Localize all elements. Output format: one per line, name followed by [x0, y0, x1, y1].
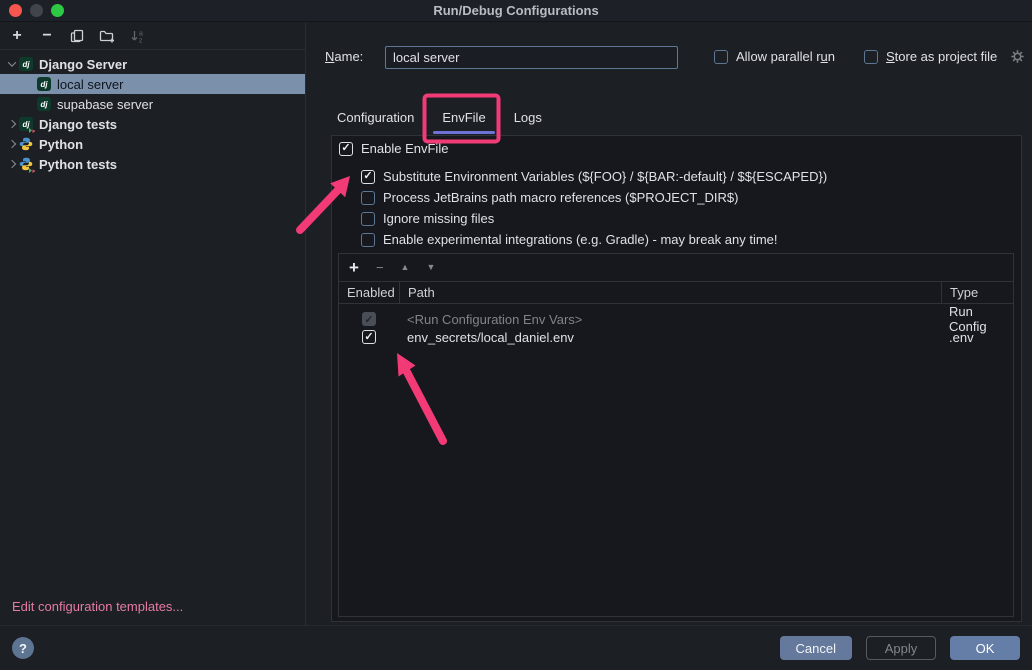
title-bar: Run/Debug Configurations	[0, 0, 1032, 22]
help-button[interactable]: ?	[12, 637, 34, 659]
process-path-macros-checkbox[interactable]	[361, 191, 375, 205]
substitute-env-vars-label: Substitute Environment Variables (${FOO}…	[383, 169, 827, 184]
apply-button[interactable]: Apply	[866, 636, 936, 660]
row-path: <Run Configuration Env Vars>	[399, 312, 941, 327]
new-folder-icon[interactable]	[98, 28, 116, 44]
table-add-icon[interactable]: +	[349, 259, 359, 276]
substitute-env-vars-checkbox[interactable]	[361, 170, 375, 184]
substitute-env-vars-row[interactable]: Substitute Environment Variables (${FOO}…	[361, 166, 827, 187]
column-header-type: Type	[941, 282, 1013, 303]
table-toolbar: + − ▲ ▼	[339, 254, 1013, 282]
django-tests-icon	[19, 117, 33, 131]
cancel-button[interactable]: Cancel	[780, 636, 852, 660]
row-path: env_secrets/local_daniel.env	[399, 330, 941, 345]
dialog-footer: ? Cancel Apply OK	[0, 625, 1032, 670]
dialog-title: Run/Debug Configurations	[0, 3, 1032, 18]
add-configuration-icon[interactable]	[8, 28, 26, 44]
tree-item-label: Python tests	[39, 157, 117, 172]
row-enabled-checkbox	[362, 312, 376, 326]
allow-parallel-run-checkbox[interactable]	[714, 50, 728, 64]
row-enabled-checkbox[interactable]	[362, 330, 376, 344]
ok-button[interactable]: OK	[950, 636, 1020, 660]
row-type: .env	[941, 330, 1013, 345]
tree-item-django-server[interactable]: Django Server	[0, 54, 305, 74]
experimental-integrations-label: Enable experimental integrations (e.g. G…	[383, 232, 778, 247]
table-move-up-icon[interactable]: ▲	[401, 263, 410, 272]
python-icon	[19, 137, 33, 151]
django-icon	[19, 57, 33, 71]
enable-envfile-label: Enable EnvFile	[361, 141, 448, 156]
tree-item-label: Django Server	[39, 57, 127, 72]
table-row-run-config-env-vars[interactable]: <Run Configuration Env Vars> Run Config	[339, 304, 1013, 326]
enable-envfile-row[interactable]: Enable EnvFile	[339, 141, 448, 156]
configurations-sidebar: a z Django Server local server supabase …	[0, 22, 306, 625]
envfile-options: Substitute Environment Variables (${FOO}…	[361, 166, 827, 250]
configurations-tree: Django Server local server supabase serv…	[0, 54, 305, 174]
sort-alphabetically-icon[interactable]: a z	[128, 28, 146, 44]
django-icon	[37, 97, 51, 111]
store-as-project-file-label: Store as project file	[886, 49, 997, 64]
name-input[interactable]	[385, 46, 678, 69]
chevron-right-icon[interactable]	[5, 161, 19, 167]
enable-envfile-checkbox[interactable]	[339, 142, 353, 156]
store-as-project-file-checkbox[interactable]	[864, 50, 878, 64]
chevron-down-icon[interactable]	[5, 61, 19, 67]
table-row-env-secrets-file[interactable]: env_secrets/local_daniel.env .env	[339, 326, 1013, 348]
tab-configuration[interactable]: Configuration	[337, 100, 414, 135]
python-tests-icon	[19, 157, 33, 171]
configuration-editor: Name: Allow parallel run Store as projec…	[306, 22, 1032, 625]
process-path-macros-row[interactable]: Process JetBrains path macro references …	[361, 187, 827, 208]
table-move-down-icon[interactable]: ▼	[426, 263, 435, 272]
tree-item-python[interactable]: Python	[0, 134, 305, 154]
allow-parallel-run-label: Allow parallel run	[736, 49, 835, 64]
tree-item-label: Django tests	[39, 117, 117, 132]
configuration-tabs: Configuration EnvFile Logs	[337, 100, 542, 135]
chevron-right-icon[interactable]	[5, 141, 19, 147]
tab-envfile[interactable]: EnvFile	[442, 100, 485, 135]
env-files-table: + − ▲ ▼ Enabled Path Type <Run Configura…	[338, 253, 1014, 617]
ignore-missing-files-row[interactable]: Ignore missing files	[361, 208, 827, 229]
tree-item-local-server[interactable]: local server	[0, 74, 305, 94]
experimental-integrations-row[interactable]: Enable experimental integrations (e.g. G…	[361, 229, 827, 250]
ignore-missing-files-label: Ignore missing files	[383, 211, 494, 226]
tree-item-label: Python	[39, 137, 83, 152]
name-label: Name:	[325, 49, 363, 64]
store-as-project-file-checkbox-row[interactable]: Store as project file	[864, 49, 1025, 64]
gear-icon[interactable]	[1010, 49, 1025, 64]
tree-item-label: local server	[57, 77, 123, 92]
process-path-macros-label: Process JetBrains path macro references …	[383, 190, 738, 205]
django-icon	[37, 77, 51, 91]
remove-configuration-icon[interactable]	[38, 28, 56, 44]
edit-configuration-templates-link[interactable]: Edit configuration templates...	[12, 599, 183, 614]
ignore-missing-files-checkbox[interactable]	[361, 212, 375, 226]
allow-parallel-run-checkbox-row[interactable]: Allow parallel run	[714, 49, 835, 64]
column-header-enabled: Enabled	[339, 282, 399, 303]
tree-item-label: supabase server	[57, 97, 153, 112]
tab-logs[interactable]: Logs	[514, 100, 542, 135]
table-header: Enabled Path Type	[339, 282, 1013, 304]
experimental-integrations-checkbox[interactable]	[361, 233, 375, 247]
tree-item-django-tests[interactable]: Django tests	[0, 114, 305, 134]
chevron-right-icon[interactable]	[5, 121, 19, 127]
envfile-tab-panel: Enable EnvFile Substitute Environment Va…	[331, 135, 1022, 622]
column-header-path: Path	[399, 282, 941, 303]
svg-text:a: a	[139, 30, 143, 37]
tree-item-supabase-server[interactable]: supabase server	[0, 94, 305, 114]
sidebar-toolbar: a z	[0, 22, 305, 50]
svg-text:z: z	[139, 37, 143, 43]
table-remove-icon[interactable]: −	[376, 261, 384, 274]
run-debug-configurations-dialog: Run/Debug Configurations a	[0, 0, 1032, 670]
copy-configuration-icon[interactable]	[68, 28, 86, 44]
tree-item-python-tests[interactable]: Python tests	[0, 154, 305, 174]
